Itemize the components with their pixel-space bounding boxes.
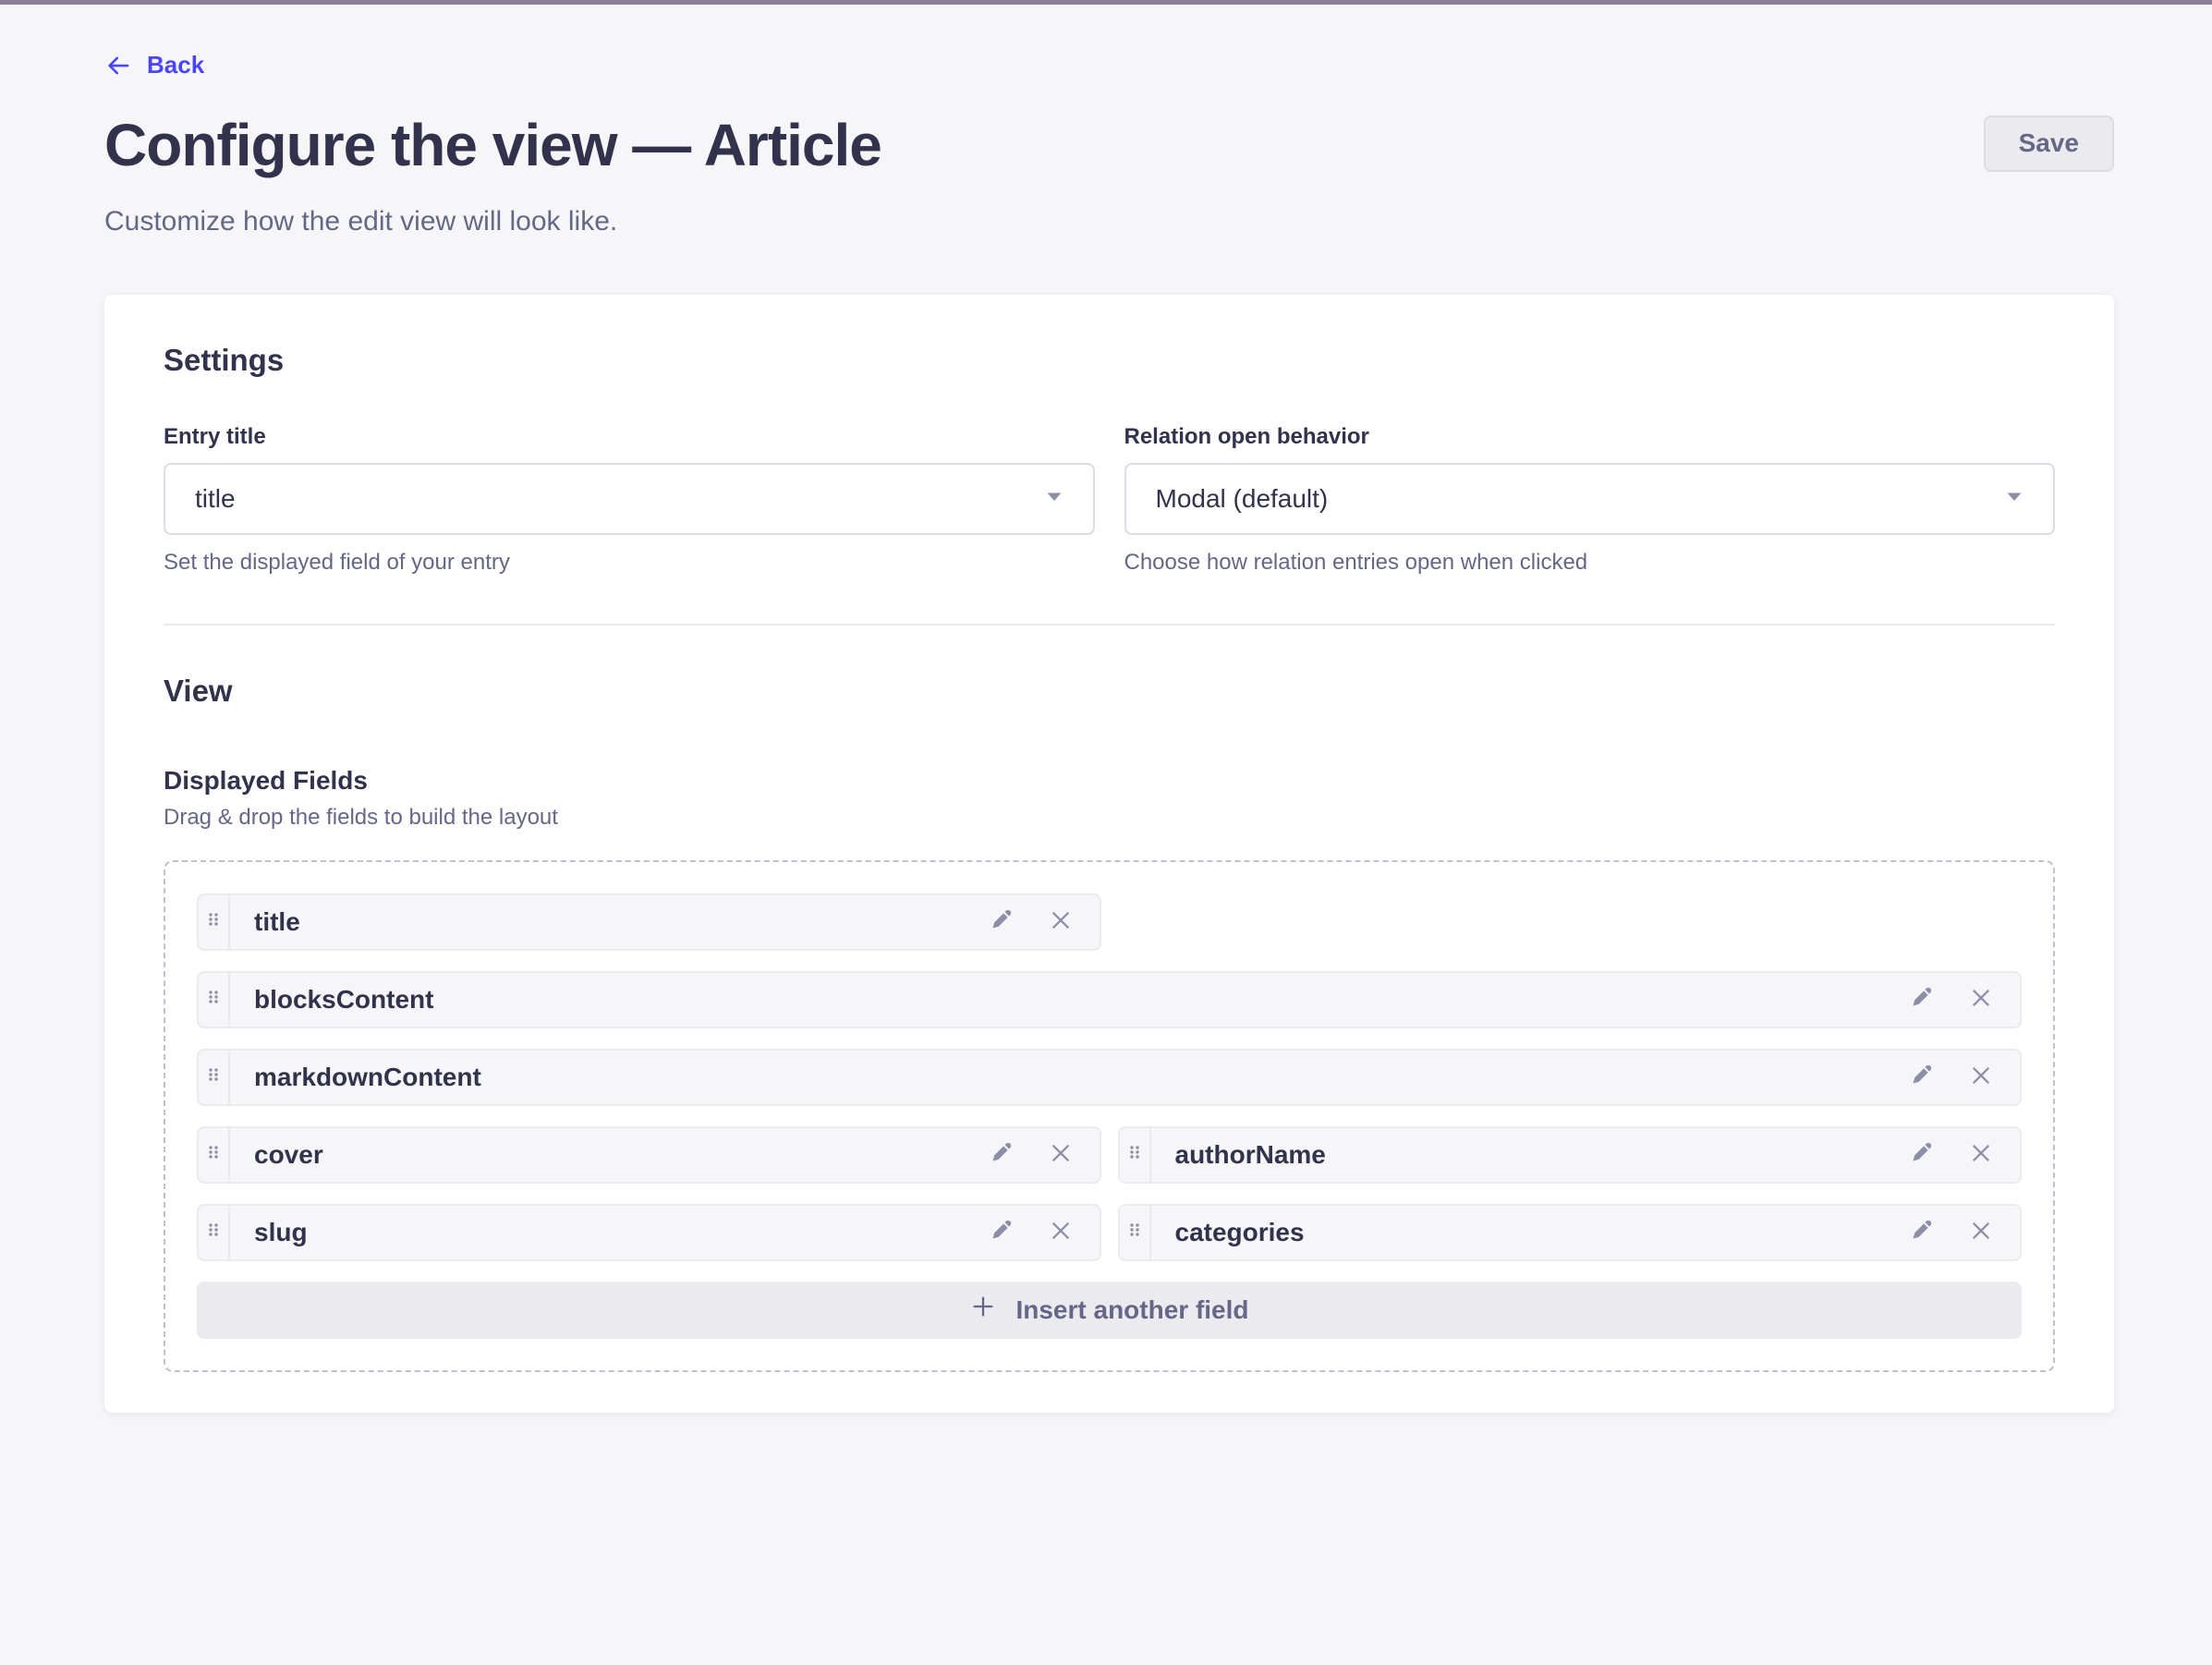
back-link[interactable]: Back <box>104 51 204 79</box>
back-label: Back <box>147 51 204 79</box>
edit-field-button[interactable] <box>987 1217 1015 1247</box>
close-icon <box>1048 907 1074 936</box>
displayed-fields-hint: Drag & drop the fields to build the layo… <box>164 805 2055 831</box>
settings-heading: Settings <box>164 343 2055 378</box>
page-subtitle: Customize how the edit view will look li… <box>104 206 2114 237</box>
relation-behavior-label: Relation open behavior <box>1124 424 2056 450</box>
entry-title-label: Entry title <box>164 424 1095 450</box>
view-heading: View <box>164 674 2055 709</box>
drag-dots-icon <box>206 908 221 935</box>
relation-behavior-field: Relation open behavior Modal (default) C… <box>1124 424 2056 576</box>
entry-title-field: Entry title title Set the displayed fiel… <box>164 424 1095 576</box>
displayed-fields-title: Displayed Fields <box>164 766 2055 796</box>
plus-icon <box>969 1293 997 1327</box>
drag-dots-icon <box>1127 1141 1142 1168</box>
drag-handle[interactable] <box>199 1051 230 1104</box>
drag-dots-icon <box>206 1063 221 1090</box>
field-label: title <box>254 907 987 937</box>
displayed-field-row[interactable]: categories <box>1118 1204 2023 1261</box>
remove-field-button[interactable] <box>1968 1140 1994 1169</box>
settings-form: Entry title title Set the displayed fiel… <box>164 424 2055 576</box>
pencil-icon <box>987 906 1015 937</box>
relation-behavior-select-value: Modal (default) <box>1156 484 1329 514</box>
edit-field-button[interactable] <box>1907 1062 1935 1092</box>
drag-handle[interactable] <box>1120 1128 1151 1182</box>
edit-field-button[interactable] <box>1907 1139 1935 1170</box>
displayed-field-row[interactable]: slug <box>197 1204 1101 1261</box>
drag-dots-icon <box>206 1141 221 1168</box>
drag-handle[interactable] <box>199 1128 230 1182</box>
pencil-icon <box>987 1139 1015 1170</box>
chevron-down-icon <box>2003 484 2025 514</box>
remove-field-button[interactable] <box>1048 1218 1074 1246</box>
drag-handle[interactable] <box>199 1206 230 1259</box>
field-label: categories <box>1175 1218 1908 1247</box>
remove-field-button[interactable] <box>1968 1218 1994 1246</box>
remove-field-button[interactable] <box>1048 907 1074 936</box>
close-icon <box>1968 985 1994 1014</box>
drag-handle[interactable] <box>199 895 230 949</box>
pencil-icon <box>1907 1217 1935 1247</box>
remove-field-button[interactable] <box>1968 1063 1994 1091</box>
insert-field-label: Insert another field <box>1015 1295 1248 1325</box>
entry-title-select[interactable]: title <box>164 463 1095 535</box>
displayed-field-row[interactable]: markdownContent <box>197 1049 2022 1106</box>
close-icon <box>1048 1218 1074 1246</box>
edit-field-button[interactable] <box>1907 1217 1935 1247</box>
drag-handle[interactable] <box>1120 1206 1151 1259</box>
section-divider <box>164 624 2055 626</box>
chevron-down-icon <box>1043 484 1065 514</box>
displayed-field-row[interactable]: blocksContent <box>197 971 2022 1028</box>
remove-field-button[interactable] <box>1968 985 1994 1014</box>
edit-field-button[interactable] <box>987 906 1015 937</box>
displayed-field-row[interactable]: authorName <box>1118 1126 2023 1184</box>
field-label: markdownContent <box>254 1063 1907 1092</box>
field-label: slug <box>254 1218 987 1247</box>
insert-field-button[interactable]: Insert another field <box>197 1282 2022 1339</box>
page-title: Configure the view — Article <box>104 112 881 178</box>
close-icon <box>1968 1063 1994 1091</box>
close-icon <box>1968 1140 1994 1169</box>
configure-view-page: Back Configure the view — Article Save C… <box>104 5 2114 1413</box>
pencil-icon <box>1907 984 1935 1015</box>
close-icon <box>1968 1218 1994 1246</box>
relation-behavior-select[interactable]: Modal (default) <box>1124 463 2056 535</box>
field-label: authorName <box>1175 1140 1908 1170</box>
drag-dots-icon <box>206 986 221 1013</box>
pencil-icon <box>987 1217 1015 1247</box>
field-label: cover <box>254 1140 987 1170</box>
configuration-card: Settings Entry title title Set the displ… <box>104 295 2114 1413</box>
relation-behavior-hint: Choose how relation entries open when cl… <box>1124 550 2056 576</box>
field-label: blocksContent <box>254 985 1907 1015</box>
remove-field-button[interactable] <box>1048 1140 1074 1169</box>
drag-dots-icon <box>206 1219 221 1246</box>
displayed-field-row[interactable]: title <box>197 893 1101 951</box>
entry-title-hint: Set the displayed field of your entry <box>164 550 1095 576</box>
edit-field-button[interactable] <box>987 1139 1015 1170</box>
pencil-icon <box>1907 1062 1935 1092</box>
save-button[interactable]: Save <box>1984 115 2114 172</box>
entry-title-select-value: title <box>195 484 236 514</box>
edit-field-button[interactable] <box>1907 984 1935 1015</box>
close-icon <box>1048 1140 1074 1169</box>
arrow-left-icon <box>104 52 132 79</box>
drag-handle[interactable] <box>199 973 230 1027</box>
displayed-fields-dropzone: title <box>164 860 2055 1372</box>
drag-dots-icon <box>1127 1219 1142 1246</box>
pencil-icon <box>1907 1139 1935 1170</box>
displayed-field-row[interactable]: cover <box>197 1126 1101 1184</box>
